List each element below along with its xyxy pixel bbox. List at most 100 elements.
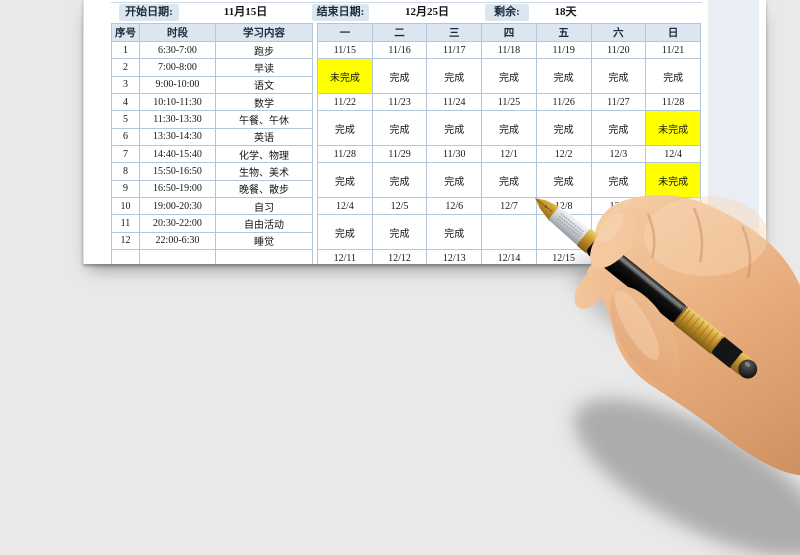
row-number-cell[interactable]: 3 <box>111 75 140 94</box>
study-content-cell[interactable]: 晚餐、散步 <box>215 179 313 198</box>
calendar-date-cell[interactable]: 12/7 <box>481 196 537 216</box>
calendar-status-cell[interactable]: 完成 <box>535 162 592 198</box>
time-slot-cell[interactable]: 11:30-13:30 <box>139 110 216 129</box>
study-content-cell[interactable]: 自习 <box>215 196 313 216</box>
time-slot-cell[interactable] <box>139 248 216 264</box>
calendar-date-cell[interactable]: 11/24 <box>426 92 483 112</box>
calendar-status-cell[interactable]: 完成 <box>426 214 483 250</box>
calendar-date-cell[interactable]: 11/17 <box>426 40 483 60</box>
calendar-status-cell[interactable]: 完成 <box>590 110 647 146</box>
calendar-status-cell[interactable] <box>645 214 701 250</box>
calendar-date-cell[interactable]: 11/29 <box>371 144 428 164</box>
time-slot-cell[interactable]: 10:10-11:30 <box>139 92 216 112</box>
calendar-date-cell[interactable]: 11/16 <box>371 40 428 60</box>
time-slot-cell[interactable]: 13:30-14:30 <box>139 127 216 146</box>
time-slot-cell[interactable]: 9:00-10:00 <box>139 75 216 94</box>
row-number-cell[interactable]: 5 <box>111 110 140 129</box>
calendar-date-cell[interactable]: 11/28 <box>317 144 373 164</box>
calendar-status-cell[interactable] <box>535 214 592 250</box>
study-content-cell[interactable]: 跑步 <box>215 40 313 60</box>
study-content-cell[interactable]: 化学、物理 <box>215 144 313 164</box>
start-date-value[interactable]: 11月15日 <box>179 4 312 21</box>
calendar-date-cell[interactable]: 11/22 <box>317 92 373 112</box>
study-content-cell[interactable]: 生物、美术 <box>215 162 313 181</box>
calendar-status-cell[interactable]: 完成 <box>371 58 428 94</box>
calendar-status-cell[interactable]: 完成 <box>535 110 592 146</box>
row-number-cell[interactable]: 11 <box>111 214 140 233</box>
row-number-cell[interactable]: 1 <box>111 40 140 60</box>
calendar-date-cell[interactable]: 11/26 <box>535 92 592 112</box>
calendar-status-cell[interactable]: 完成 <box>317 214 373 250</box>
end-date-value[interactable]: 12月25日 <box>369 4 485 21</box>
calendar-status-cell[interactable]: 完成 <box>481 162 537 198</box>
calendar-date-cell[interactable]: 12/12 <box>371 248 428 264</box>
row-number-cell[interactable]: 4 <box>111 92 140 112</box>
remaining-label[interactable]: 剩余: <box>485 4 529 21</box>
calendar-date-cell[interactable]: 12/6 <box>426 196 483 216</box>
calendar-status-cell[interactable]: 完成 <box>426 110 483 146</box>
calendar-status-cell[interactable]: 完成 <box>371 214 428 250</box>
calendar-date-cell[interactable]: 12/14 <box>481 248 537 264</box>
row-number-cell[interactable] <box>111 248 140 264</box>
calendar-date-cell[interactable] <box>645 196 701 216</box>
calendar-status-cell[interactable]: 完成 <box>371 162 428 198</box>
start-date-label[interactable]: 开始日期: <box>119 4 179 21</box>
calendar-status-cell[interactable]: 完成 <box>426 58 483 94</box>
calendar-date-cell[interactable]: 12/4 <box>317 196 373 216</box>
calendar-date-cell[interactable]: 12/13 <box>426 248 483 264</box>
row-number-cell[interactable]: 10 <box>111 196 140 216</box>
study-content-cell[interactable]: 自由活动 <box>215 214 313 233</box>
time-slot-cell[interactable]: 6:30-7:00 <box>139 40 216 60</box>
calendar-status-cell[interactable]: 完成 <box>481 58 537 94</box>
calendar-status-cell[interactable]: 完成 <box>481 110 537 146</box>
study-content-cell[interactable]: 语文 <box>215 75 313 94</box>
remaining-value[interactable]: 18天 <box>529 4 602 21</box>
row-number-cell[interactable]: 6 <box>111 127 140 146</box>
time-slot-cell[interactable]: 14:40-15:40 <box>139 144 216 164</box>
calendar-date-cell[interactable]: 12/1 <box>481 144 537 164</box>
study-content-cell[interactable]: 早读 <box>215 58 313 77</box>
calendar-date-cell[interactable]: 12/2 <box>535 144 592 164</box>
calendar-date-cell[interactable]: 12/8 <box>535 196 592 216</box>
row-number-cell[interactable]: 8 <box>111 162 140 181</box>
calendar-date-cell[interactable]: 11/27 <box>590 92 647 112</box>
calendar-date-cell[interactable]: 11/19 <box>535 40 592 60</box>
calendar-date-cell[interactable] <box>645 248 701 264</box>
study-content-cell[interactable]: 睡觉 <box>215 231 313 250</box>
time-slot-cell[interactable]: 7:00-8:00 <box>139 58 216 77</box>
calendar-date-cell[interactable] <box>590 248 647 264</box>
time-slot-cell[interactable]: 22:00-6:30 <box>139 231 216 250</box>
calendar-date-cell[interactable]: 11/18 <box>481 40 537 60</box>
calendar-status-cell[interactable]: 未完成 <box>645 110 701 146</box>
calendar-status-cell[interactable]: 完成 <box>590 162 647 198</box>
study-content-cell[interactable]: 数学 <box>215 92 313 112</box>
calendar-date-cell[interactable]: 11/21 <box>645 40 701 60</box>
calendar-date-cell[interactable]: 11/28 <box>645 92 701 112</box>
end-date-label[interactable]: 结束日期: <box>312 4 369 21</box>
calendar-date-cell[interactable]: 12/15 <box>535 248 592 264</box>
time-slot-cell[interactable]: 20:30-22:00 <box>139 214 216 233</box>
study-content-cell[interactable]: 英语 <box>215 127 313 146</box>
row-number-cell[interactable]: 9 <box>111 179 140 198</box>
time-slot-cell[interactable]: 16:50-19:00 <box>139 179 216 198</box>
calendar-status-cell[interactable]: 完成 <box>317 162 373 198</box>
calendar-status-cell[interactable]: 完成 <box>590 58 647 94</box>
time-slot-cell[interactable]: 15:50-16:50 <box>139 162 216 181</box>
row-number-cell[interactable]: 2 <box>111 58 140 77</box>
study-content-cell[interactable] <box>215 248 313 264</box>
calendar-status-cell[interactable]: 完成 <box>535 58 592 94</box>
row-number-cell[interactable]: 12 <box>111 231 140 250</box>
calendar-date-cell[interactable]: 11/23 <box>371 92 428 112</box>
row-number-cell[interactable]: 7 <box>111 144 140 164</box>
calendar-date-cell[interactable]: 11/30 <box>426 144 483 164</box>
calendar-status-cell[interactable]: 完成 <box>317 110 373 146</box>
calendar-date-cell[interactable]: 12/11 <box>317 248 373 264</box>
calendar-status-cell[interactable] <box>481 214 537 250</box>
calendar-date-cell[interactable]: 11/15 <box>317 40 373 60</box>
calendar-status-cell[interactable] <box>590 214 647 250</box>
calendar-date-cell[interactable]: 12/9 <box>590 196 647 216</box>
calendar-status-cell[interactable]: 完成 <box>426 162 483 198</box>
calendar-date-cell[interactable]: 11/20 <box>590 40 647 60</box>
calendar-status-cell[interactable]: 完成 <box>645 58 701 94</box>
calendar-status-cell[interactable]: 未完成 <box>645 162 701 198</box>
